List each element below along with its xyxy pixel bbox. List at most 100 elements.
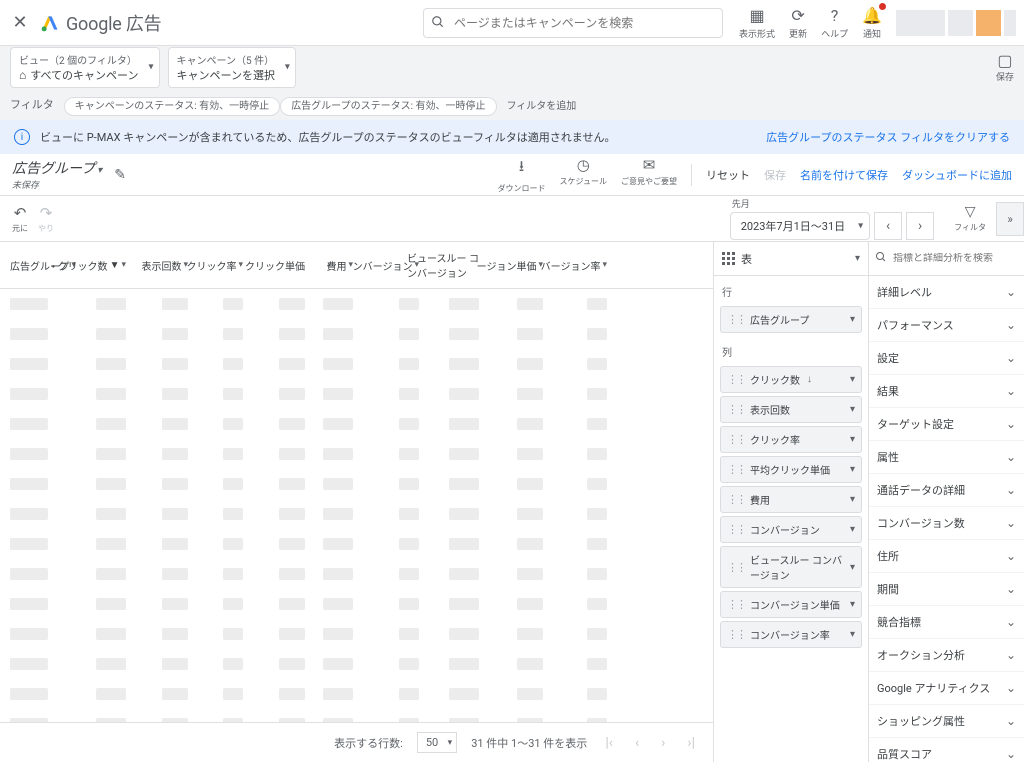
drag-handle-icon: ⋮⋮	[727, 628, 745, 641]
help-button[interactable]: ?ヘルプ	[821, 6, 848, 40]
table-cell	[192, 568, 247, 580]
chart-type-selector[interactable]: 表 ▾	[714, 242, 868, 276]
table-cell	[130, 538, 192, 550]
table-row[interactable]	[0, 649, 713, 679]
metric-group[interactable]: ターゲット設定⌄	[869, 408, 1024, 441]
table-row[interactable]	[0, 709, 713, 722]
column-header[interactable]: 表示回数▾	[130, 242, 192, 288]
filter-pill[interactable]: 広告グループのステータス: 有効、一時停止	[280, 97, 496, 116]
table-row[interactable]	[0, 499, 713, 529]
column-metric-chip[interactable]: ⋮⋮クリック数↓▾	[720, 366, 862, 393]
metrics-search-input[interactable]	[893, 253, 1024, 264]
global-search-input[interactable]	[423, 8, 723, 38]
table-row[interactable]	[0, 409, 713, 439]
table-cell	[423, 688, 483, 700]
metric-group[interactable]: 詳細レベル⌄	[869, 276, 1024, 309]
date-range-label: 先月	[732, 197, 750, 210]
metric-group[interactable]: オークション分析⌄	[869, 639, 1024, 672]
refresh-button[interactable]: ⟳更新	[789, 6, 807, 40]
date-prev-button[interactable]: ‹	[874, 212, 902, 240]
date-range-selector[interactable]: 2023年7月1日～31日 ▾	[730, 212, 870, 240]
column-metric-chip[interactable]: ⋮⋮コンバージョン率▾	[720, 621, 862, 648]
column-metric-chip[interactable]: ⋮⋮コンバージョン▾	[720, 516, 862, 543]
metric-group[interactable]: 設定⌄	[869, 342, 1024, 375]
clear-filter-link[interactable]: 広告グループのステータス フィルタをクリアする	[766, 129, 1010, 145]
table-cell	[0, 508, 78, 520]
edit-icon[interactable]: ✎	[114, 167, 126, 183]
rows-per-page-selector[interactable]: 50▾	[417, 732, 457, 753]
schedule-button[interactable]: ◷スケジュール	[560, 156, 607, 194]
metric-group[interactable]: 属性⌄	[869, 441, 1024, 474]
filter-pill[interactable]: キャンペーンのステータス: 有効、一時停止	[64, 97, 280, 116]
date-next-button[interactable]: ›	[906, 212, 934, 240]
metric-group[interactable]: 結果⌄	[869, 375, 1024, 408]
table-cell	[357, 418, 423, 430]
column-metric-chip[interactable]: ⋮⋮費用▾	[720, 486, 862, 513]
metric-group[interactable]: ショッピング属性⌄	[869, 705, 1024, 738]
reset-button[interactable]: リセット	[706, 167, 750, 183]
table-cell	[309, 298, 357, 310]
column-metric-chip[interactable]: ⋮⋮表示回数▾	[720, 396, 862, 423]
table-cell	[547, 688, 611, 700]
metric-group[interactable]: Google アナリティクス⌄	[869, 672, 1024, 705]
table-cell	[78, 298, 130, 310]
column-header[interactable]: バージョン率▾	[547, 242, 611, 288]
metric-group[interactable]: 品質スコア⌄	[869, 738, 1024, 762]
column-metric-chip[interactable]: ⋮⋮コンバージョン単価▾	[720, 591, 862, 618]
column-header[interactable]: ージョン単価▾	[483, 242, 547, 288]
table-cell	[483, 568, 547, 580]
notifications-button[interactable]: 🔔通知	[862, 6, 882, 40]
row-dimension-chip[interactable]: ⋮⋮ 広告グループ ▾	[720, 306, 862, 333]
table-row[interactable]	[0, 349, 713, 379]
search-icon	[875, 251, 887, 266]
table-cell	[130, 628, 192, 640]
add-to-dashboard-button[interactable]: ダッシュボードに追加	[902, 167, 1012, 183]
table-cell	[357, 568, 423, 580]
column-header[interactable]: • クリック数▼▾	[78, 242, 130, 288]
table-row[interactable]	[0, 289, 713, 319]
table-cell	[78, 628, 130, 640]
expand-panel-button[interactable]: »	[996, 202, 1024, 236]
metric-group[interactable]: パフォーマンス⌄	[869, 309, 1024, 342]
column-header[interactable]: クリック単価	[247, 242, 309, 288]
metric-group[interactable]: 期間⌄	[869, 573, 1024, 606]
table-row[interactable]	[0, 379, 713, 409]
column-header[interactable]: クリック率▾	[192, 242, 247, 288]
table-cell	[357, 388, 423, 400]
save-view-button[interactable]: ▢ 保存	[996, 51, 1014, 83]
chevron-down-icon: ⌄	[1006, 384, 1016, 398]
table-cell	[0, 358, 78, 370]
column-metric-chip[interactable]: ⋮⋮クリック率▾	[720, 426, 862, 453]
table-row[interactable]	[0, 529, 713, 559]
view-selector[interactable]: ビュー（2 個のフィルタ） ⌂すべてのキャンペーン ▾	[10, 47, 160, 88]
campaign-selector[interactable]: キャンペーン（5 件） キャンペーンを選択 ▾	[168, 47, 296, 88]
filter-button[interactable]: ▽ フィルタ	[954, 204, 986, 233]
feedback-button[interactable]: ✉ご意見やご要望	[621, 156, 677, 194]
save-as-button[interactable]: 名前を付けて保存	[800, 167, 888, 183]
table-cell	[309, 688, 357, 700]
table-row[interactable]	[0, 469, 713, 499]
undo-button[interactable]: ↶元に	[12, 204, 28, 234]
metric-group[interactable]: 住所⌄	[869, 540, 1024, 573]
close-icon[interactable]: ✕	[8, 11, 32, 35]
column-header[interactable]: ビュースルー コンバージョン	[423, 242, 483, 288]
save-icon: ▢	[997, 51, 1012, 70]
table-row[interactable]	[0, 319, 713, 349]
add-filter-button[interactable]: フィルタを追加	[507, 97, 577, 112]
column-metric-chip[interactable]: ⋮⋮平均クリック単価▾	[720, 456, 862, 483]
table-row[interactable]	[0, 589, 713, 619]
metric-group[interactable]: 通話データの詳細⌄	[869, 474, 1024, 507]
metric-group[interactable]: コンバージョン数⌄	[869, 507, 1024, 540]
column-metric-chip[interactable]: ⋮⋮ビュースルー コンバージョン▾	[720, 546, 862, 588]
table-row[interactable]	[0, 679, 713, 709]
display-format-button[interactable]: ▦表示形式	[739, 6, 775, 40]
report-title[interactable]: 広告グループ▾ 未保存	[12, 158, 102, 191]
table-row[interactable]	[0, 559, 713, 589]
table-cell	[547, 478, 611, 490]
column-header[interactable]: 費用▾	[309, 242, 357, 288]
metric-group[interactable]: 競合指標⌄	[869, 606, 1024, 639]
table-row[interactable]	[0, 439, 713, 469]
account-switcher[interactable]	[896, 10, 1016, 36]
table-row[interactable]	[0, 619, 713, 649]
download-button[interactable]: ⭳ダウンロード	[498, 156, 546, 194]
